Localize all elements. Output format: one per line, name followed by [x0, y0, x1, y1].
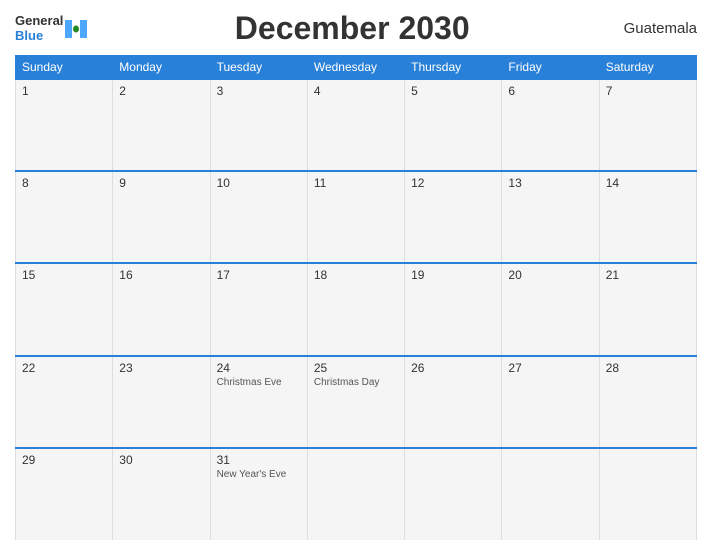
- calendar-cell: 7: [599, 79, 696, 171]
- calendar-cell: 14: [599, 171, 696, 263]
- logo-general-text: General: [15, 14, 63, 28]
- calendar-cell: 31 New Year's Eve: [210, 448, 307, 540]
- day-number: 29: [22, 453, 106, 467]
- calendar-week-row: 29 30 31 New Year's Eve: [16, 448, 697, 540]
- calendar-week-row: 89 10 11 12 13 14: [16, 171, 697, 263]
- calendar-cell: [599, 448, 696, 540]
- calendar-cell: 1: [16, 79, 113, 171]
- calendar-cell: 19: [405, 263, 502, 355]
- holiday-name: Christmas Day: [314, 377, 398, 388]
- calendar-title: December 2030: [87, 10, 617, 47]
- day-number: 8: [22, 176, 106, 190]
- logo-flag-icon: [65, 18, 87, 40]
- day-number: 11: [314, 176, 398, 190]
- day-number: 17: [217, 268, 301, 282]
- day-number: 12: [411, 176, 495, 190]
- day-number: 27: [508, 361, 592, 375]
- day-number: 22: [22, 361, 106, 375]
- calendar-cell: [405, 448, 502, 540]
- day-number: 15: [22, 268, 106, 282]
- day-number: 2: [119, 84, 203, 98]
- day-number: 7: [606, 84, 690, 98]
- calendar-cell: 16: [113, 263, 210, 355]
- day-number: 6: [508, 84, 592, 98]
- calendar-cell: 23: [113, 356, 210, 448]
- day-number: 13: [508, 176, 592, 190]
- calendar-cell: 18: [307, 263, 404, 355]
- calendar-container: General Blue December 2030 Guatemala Sun…: [0, 0, 712, 550]
- country-label: Guatemala: [617, 20, 697, 37]
- holiday-name: Christmas Eve: [217, 377, 301, 388]
- calendar-cell: 6: [502, 79, 599, 171]
- day-number: 26: [411, 361, 495, 375]
- day-number: 9: [119, 176, 203, 190]
- weekday-header-row: Sunday Monday Tuesday Wednesday Thursday…: [16, 56, 697, 80]
- calendar-cell: 13: [502, 171, 599, 263]
- day-number: 23: [119, 361, 203, 375]
- calendar-cell: 8: [16, 171, 113, 263]
- calendar-cell: 12: [405, 171, 502, 263]
- calendar-week-row: 15 16 17 18 19 20 21: [16, 263, 697, 355]
- holiday-name: New Year's Eve: [217, 469, 301, 480]
- calendar-cell: 4: [307, 79, 404, 171]
- calendar-cell: 17: [210, 263, 307, 355]
- calendar-cell: 28: [599, 356, 696, 448]
- day-number: 24: [217, 361, 301, 375]
- calendar-cell: 27: [502, 356, 599, 448]
- calendar-week-row: 22 23 24 Christmas Eve 25 Christmas Day 26 27 28: [16, 356, 697, 448]
- day-number: 25: [314, 361, 398, 375]
- calendar-cell: 15: [16, 263, 113, 355]
- calendar-cell: [307, 448, 404, 540]
- calendar-week-row: 1234567: [16, 79, 697, 171]
- day-number: 20: [508, 268, 592, 282]
- calendar-cell: 5: [405, 79, 502, 171]
- day-number: 4: [314, 84, 398, 98]
- day-number: 1: [22, 84, 106, 98]
- logo: General Blue: [15, 14, 87, 43]
- header: General Blue December 2030 Guatemala: [15, 10, 697, 47]
- header-friday: Friday: [502, 56, 599, 80]
- calendar-cell: 3: [210, 79, 307, 171]
- header-tuesday: Tuesday: [210, 56, 307, 80]
- calendar-cell: 10: [210, 171, 307, 263]
- day-number: 16: [119, 268, 203, 282]
- header-saturday: Saturday: [599, 56, 696, 80]
- calendar-cell: 20: [502, 263, 599, 355]
- day-number: 31: [217, 453, 301, 467]
- logo-blue-text: Blue: [15, 29, 63, 43]
- day-number: 28: [606, 361, 690, 375]
- day-number: 3: [217, 84, 301, 98]
- day-number: 19: [411, 268, 495, 282]
- header-thursday: Thursday: [405, 56, 502, 80]
- calendar-cell: [502, 448, 599, 540]
- header-monday: Monday: [113, 56, 210, 80]
- day-number: 10: [217, 176, 301, 190]
- logo-text: General Blue: [15, 14, 63, 43]
- calendar-cell: 29: [16, 448, 113, 540]
- header-sunday: Sunday: [16, 56, 113, 80]
- day-number: 30: [119, 453, 203, 467]
- day-number: 21: [606, 268, 690, 282]
- calendar-table: Sunday Monday Tuesday Wednesday Thursday…: [15, 55, 697, 540]
- header-wednesday: Wednesday: [307, 56, 404, 80]
- calendar-cell: 26: [405, 356, 502, 448]
- calendar-cell: 22: [16, 356, 113, 448]
- calendar-cell: 21: [599, 263, 696, 355]
- day-number: 14: [606, 176, 690, 190]
- day-number: 18: [314, 268, 398, 282]
- calendar-cell: 11: [307, 171, 404, 263]
- day-number: 5: [411, 84, 495, 98]
- calendar-cell: 25 Christmas Day: [307, 356, 404, 448]
- calendar-cell: 9: [113, 171, 210, 263]
- calendar-cell: 24 Christmas Eve: [210, 356, 307, 448]
- calendar-cell: 2: [113, 79, 210, 171]
- calendar-cell: 30: [113, 448, 210, 540]
